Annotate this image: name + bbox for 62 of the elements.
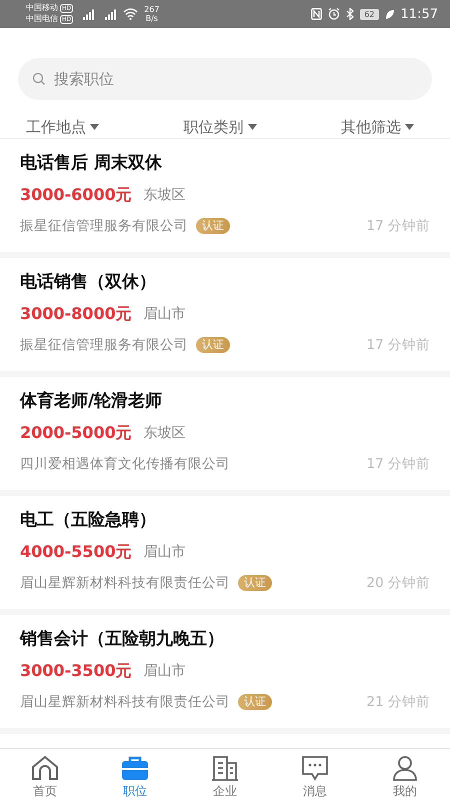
battery-level: 62 xyxy=(360,8,379,20)
wifi-icon xyxy=(123,8,138,20)
nav-tab[interactable]: 消息 xyxy=(270,749,360,800)
job-card[interactable]: 电话销售（双休） 3000-8000元 眉山市 振星征信管理服务有限公司 认证 17 分钟前 xyxy=(0,258,450,377)
nav-tab[interactable]: 我的 xyxy=(360,749,450,800)
salary: 4000-5500元 xyxy=(20,541,132,563)
network-speed: B/s xyxy=(146,14,158,23)
job-card[interactable]: 体育老师/轮滑老师 2000-5000元 东坡区 四川爱相遇体育文化传播有限公司 17 分钟前 xyxy=(0,377,450,496)
job-card[interactable]: 电话售后 周末双休 3000-6000元 东坡区 振星征信管理服务有限公司 认证 17 分钟前 xyxy=(0,139,450,258)
nav-tab[interactable]: 企业 xyxy=(180,749,270,800)
carrier-name: 中国移动 xyxy=(26,3,58,12)
job-title: 销售会计（五险朝九晚五） xyxy=(20,628,225,651)
job-title: 电话售后 周末双休 xyxy=(20,152,163,175)
filter-dropdown[interactable]: 其他筛选 xyxy=(341,116,414,138)
company-name: 四川爱相遇体育文化传播有限公司 xyxy=(20,455,230,474)
salary: 3000-6000元 xyxy=(20,184,132,206)
nav-tab[interactable]: 首页 xyxy=(0,749,90,800)
posted-time: 17 分钟前 xyxy=(366,455,430,474)
caret-icon xyxy=(405,124,414,130)
job-title: 电工（五险急聘） xyxy=(20,509,157,532)
chat-icon xyxy=(301,755,329,781)
carrier-name: 中国电信 xyxy=(26,14,58,23)
salary: 3000-8000元 xyxy=(20,303,132,325)
home-icon xyxy=(31,755,59,781)
salary: 2000-5000元 xyxy=(20,422,132,444)
company-name: 眉山星辉新材料科技有限责任公司 xyxy=(20,693,230,712)
bluetooth-icon xyxy=(346,8,354,20)
verified-badge: 认证 xyxy=(196,337,230,353)
posted-time: 17 分钟前 xyxy=(366,336,430,355)
verified-badge: 认证 xyxy=(238,575,272,591)
search-field[interactable]: 搜索职位 xyxy=(18,58,432,100)
job-location: 眉山市 xyxy=(144,305,186,324)
company-name: 振星征信管理服务有限公司 xyxy=(20,336,188,355)
job-title: 电话销售（双休） xyxy=(20,271,157,294)
job-location: 眉山市 xyxy=(144,662,186,681)
alarm-icon xyxy=(328,8,340,20)
caret-icon xyxy=(90,124,99,130)
leaf-icon xyxy=(384,8,395,20)
job-card[interactable]: 销售会计（五险朝九晚五） 3000-3500元 眉山市 眉山星辉新材料科技有限责任公司 认证 21 分钟前 xyxy=(0,615,450,734)
salary: 3000-3500元 xyxy=(20,660,132,682)
posted-time: 21 分钟前 xyxy=(366,693,430,712)
clock-time: 11:57 xyxy=(400,6,438,22)
posted-time: 20 分钟前 xyxy=(366,574,430,593)
job-title: 体育老师/轮滑老师 xyxy=(20,390,164,413)
verified-badge: 认证 xyxy=(238,694,272,710)
company-name: 眉山星辉新材料科技有限责任公司 xyxy=(20,574,230,593)
caret-icon xyxy=(248,124,256,130)
nav-tab[interactable]: 职位 xyxy=(90,749,180,800)
person-icon xyxy=(391,755,419,781)
verified-badge: 认证 xyxy=(196,218,230,234)
job-location: 东坡区 xyxy=(144,186,186,205)
company-name: 振星征信管理服务有限公司 xyxy=(20,217,188,236)
job-card[interactable]: 电工（五险急聘） 4000-5500元 眉山市 眉山星辉新材料科技有限责任公司 认证 20 分钟前 xyxy=(0,496,450,615)
building-icon xyxy=(211,755,239,781)
nfc-icon xyxy=(311,8,322,20)
job-location: 东坡区 xyxy=(144,424,186,443)
filter-dropdown[interactable]: 工作地点 xyxy=(26,116,99,138)
posted-time: 17 分钟前 xyxy=(366,217,430,236)
network-speed: 267 xyxy=(144,5,160,14)
filter-dropdown[interactable]: 职位类别 xyxy=(184,116,256,138)
job-location: 眉山市 xyxy=(144,543,186,562)
briefcase-icon xyxy=(121,755,149,781)
